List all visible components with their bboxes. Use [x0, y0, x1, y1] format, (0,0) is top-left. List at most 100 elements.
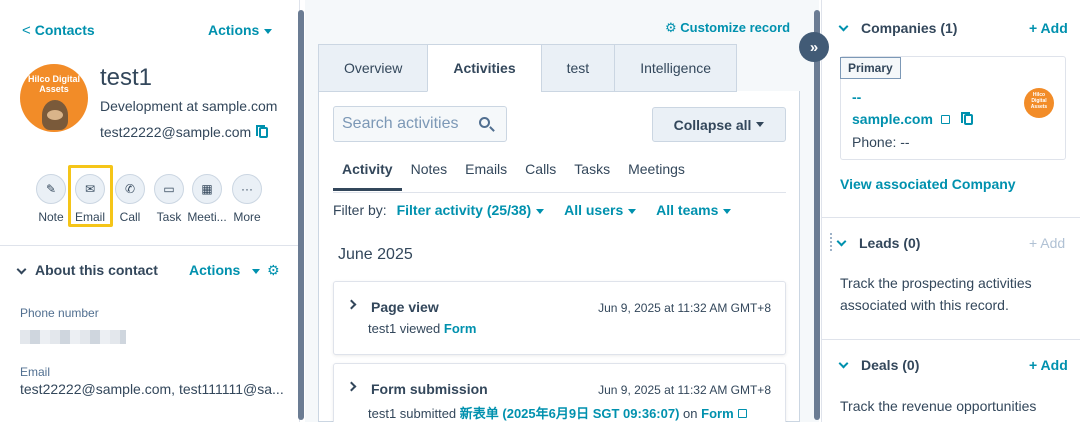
collapse-all-button[interactable]: Collapse all	[652, 107, 786, 142]
activity-description: test1 viewed Form	[368, 321, 476, 336]
middle-scrollbar[interactable]	[814, 10, 820, 420]
search-activities-input[interactable]: Search activities	[333, 106, 507, 142]
copy-icon[interactable]	[256, 125, 269, 138]
contact-avatar: Hilco Digital Assets	[20, 64, 88, 132]
about-section-header[interactable]: About this contact Actions ⚙	[16, 262, 286, 278]
company-domain: sample.com	[852, 111, 973, 127]
phone-number-label: Phone number	[20, 306, 99, 320]
all-users-label: All users	[564, 202, 624, 218]
subtab-notes[interactable]: Notes	[402, 161, 457, 191]
left-scrollbar[interactable]	[298, 10, 304, 420]
record-actions-dropdown[interactable]: Actions	[208, 22, 273, 38]
activity-item[interactable]: Form submission Jun 9, 2025 at 11:32 AM …	[333, 363, 786, 422]
avatar-logo-text: Hilco Digital Assets	[28, 74, 81, 94]
caret-down-icon	[252, 268, 261, 274]
expand-sidebar-button[interactable]: »	[799, 32, 829, 62]
note-action[interactable]: ✎ Note	[29, 174, 73, 224]
right-divider	[822, 339, 1080, 340]
company-name-link[interactable]: --	[852, 89, 861, 105]
add-deal-link[interactable]: + Add	[1029, 357, 1068, 373]
external-link-icon[interactable]	[737, 409, 747, 418]
copy-icon[interactable]	[960, 112, 973, 125]
meeting-action[interactable]: ▦ Meeti...	[185, 174, 229, 224]
activity-timestamp: Jun 9, 2025 at 11:32 AM GMT+8	[598, 301, 771, 315]
activity-description: test1 submitted 新表单 (2025年6月9日 SGT 09:36…	[368, 403, 747, 422]
view-associated-company-link[interactable]: View associated Company	[840, 176, 1016, 192]
tab-test[interactable]: test	[540, 44, 615, 92]
activity-submission-link[interactable]: 新表单 (2025年6月9日 SGT 09:36:07)	[460, 406, 680, 421]
customize-record-label: Customize record	[680, 20, 791, 35]
call-action-label: Call	[119, 210, 141, 224]
back-to-contacts-link[interactable]: < Contacts	[22, 22, 95, 39]
deals-section-header[interactable]: Deals (0)	[838, 357, 919, 373]
company-avatar-text: Hilco Digital Assets	[1030, 92, 1048, 110]
activity-sub-tabs: Activity Notes Emails Calls Tasks Meetin…	[333, 161, 694, 191]
subtab-tasks[interactable]: Tasks	[565, 161, 619, 191]
phone-number-value-blurred[interactable]	[20, 330, 126, 344]
add-company-link[interactable]: + Add	[1029, 20, 1068, 36]
drag-handle-icon[interactable]	[829, 232, 833, 252]
caret-down-icon	[628, 208, 637, 214]
caret-down-icon	[756, 122, 765, 127]
note-action-label: Note	[38, 210, 64, 224]
contact-email-text: test22222@sample.com	[100, 124, 252, 140]
deals-description: Track the revenue opportunities	[840, 398, 1037, 414]
filter-row: Filter by: Filter activity (25/38) All u…	[333, 202, 732, 218]
email-label: Email	[20, 365, 51, 379]
all-users-dropdown[interactable]: All users	[564, 202, 637, 218]
companies-section-header[interactable]: Companies (1)	[838, 20, 957, 36]
subtab-meetings[interactable]: Meetings	[619, 161, 694, 191]
about-actions-dropdown[interactable]: Actions	[189, 262, 261, 278]
activity-item[interactable]: Page view Jun 9, 2025 at 11:32 AM GMT+8 …	[333, 281, 786, 355]
contact-role: Development at sample.com	[100, 98, 278, 114]
collapse-all-label: Collapse all	[673, 116, 752, 133]
primary-tag: Primary	[840, 57, 901, 79]
subtab-emails[interactable]: Emails	[456, 161, 516, 191]
company-phone: Phone: --	[852, 134, 910, 150]
chevron-right-icon[interactable]	[346, 299, 357, 310]
tab-overview[interactable]: Overview	[318, 44, 428, 92]
email-value[interactable]: test22222@sample.com, test111111@sa...	[20, 381, 284, 397]
activity-form-link[interactable]: Form	[444, 321, 477, 336]
more-icon: ···	[232, 174, 262, 204]
chevron-left-icon: <	[22, 22, 31, 39]
filter-activity-label: Filter activity (25/38)	[396, 202, 532, 218]
all-teams-dropdown[interactable]: All teams	[656, 202, 732, 218]
calendar-icon: ▦	[192, 174, 222, 204]
company-avatar: Hilco Digital Assets	[1024, 88, 1054, 118]
filter-by-label: Filter by:	[333, 202, 387, 218]
chevron-down-icon	[16, 264, 27, 275]
activity-form-link[interactable]: Form	[701, 406, 734, 421]
right-divider	[822, 217, 1080, 218]
external-link-icon[interactable]	[940, 115, 950, 124]
about-title: About this contact	[35, 262, 158, 278]
tab-intelligence[interactable]: Intelligence	[614, 44, 738, 92]
meeting-action-label: Meeti...	[187, 210, 227, 224]
subtab-activity[interactable]: Activity	[333, 161, 402, 191]
search-placeholder: Search activities	[342, 115, 459, 132]
chevron-right-icon[interactable]	[346, 381, 357, 392]
call-action[interactable]: ✆ Call	[108, 174, 152, 224]
subtab-divider	[333, 192, 786, 193]
activity-desc-text: test1 submitted	[368, 406, 457, 421]
activity-title: Form submission	[371, 381, 488, 397]
gear-icon[interactable]: ⚙	[267, 262, 280, 279]
filter-activity-dropdown[interactable]: Filter activity (25/38)	[397, 202, 545, 218]
all-teams-label: All teams	[656, 202, 719, 218]
leads-section-header[interactable]: Leads (0)	[836, 235, 920, 251]
back-link-label: Contacts	[34, 22, 95, 38]
activity-desc-text: test1 viewed	[368, 321, 441, 336]
more-action[interactable]: ··· More	[225, 174, 269, 224]
caret-down-icon	[264, 28, 273, 34]
subtab-calls[interactable]: Calls	[516, 161, 565, 191]
double-chevron-right-icon: »	[809, 38, 819, 56]
add-lead-link[interactable]: + Add	[1029, 235, 1065, 251]
contact-name: test1	[100, 64, 153, 91]
task-icon: ▭	[154, 174, 184, 204]
caret-down-icon	[536, 208, 545, 214]
activity-desc-on: on	[683, 406, 698, 421]
company-domain-link[interactable]: sample.com	[852, 111, 933, 127]
customize-record-link[interactable]: ⚙ Customize record	[665, 20, 790, 36]
leads-description: Track the prospecting activities associa…	[840, 275, 1032, 313]
tab-activities[interactable]: Activities	[427, 44, 541, 92]
